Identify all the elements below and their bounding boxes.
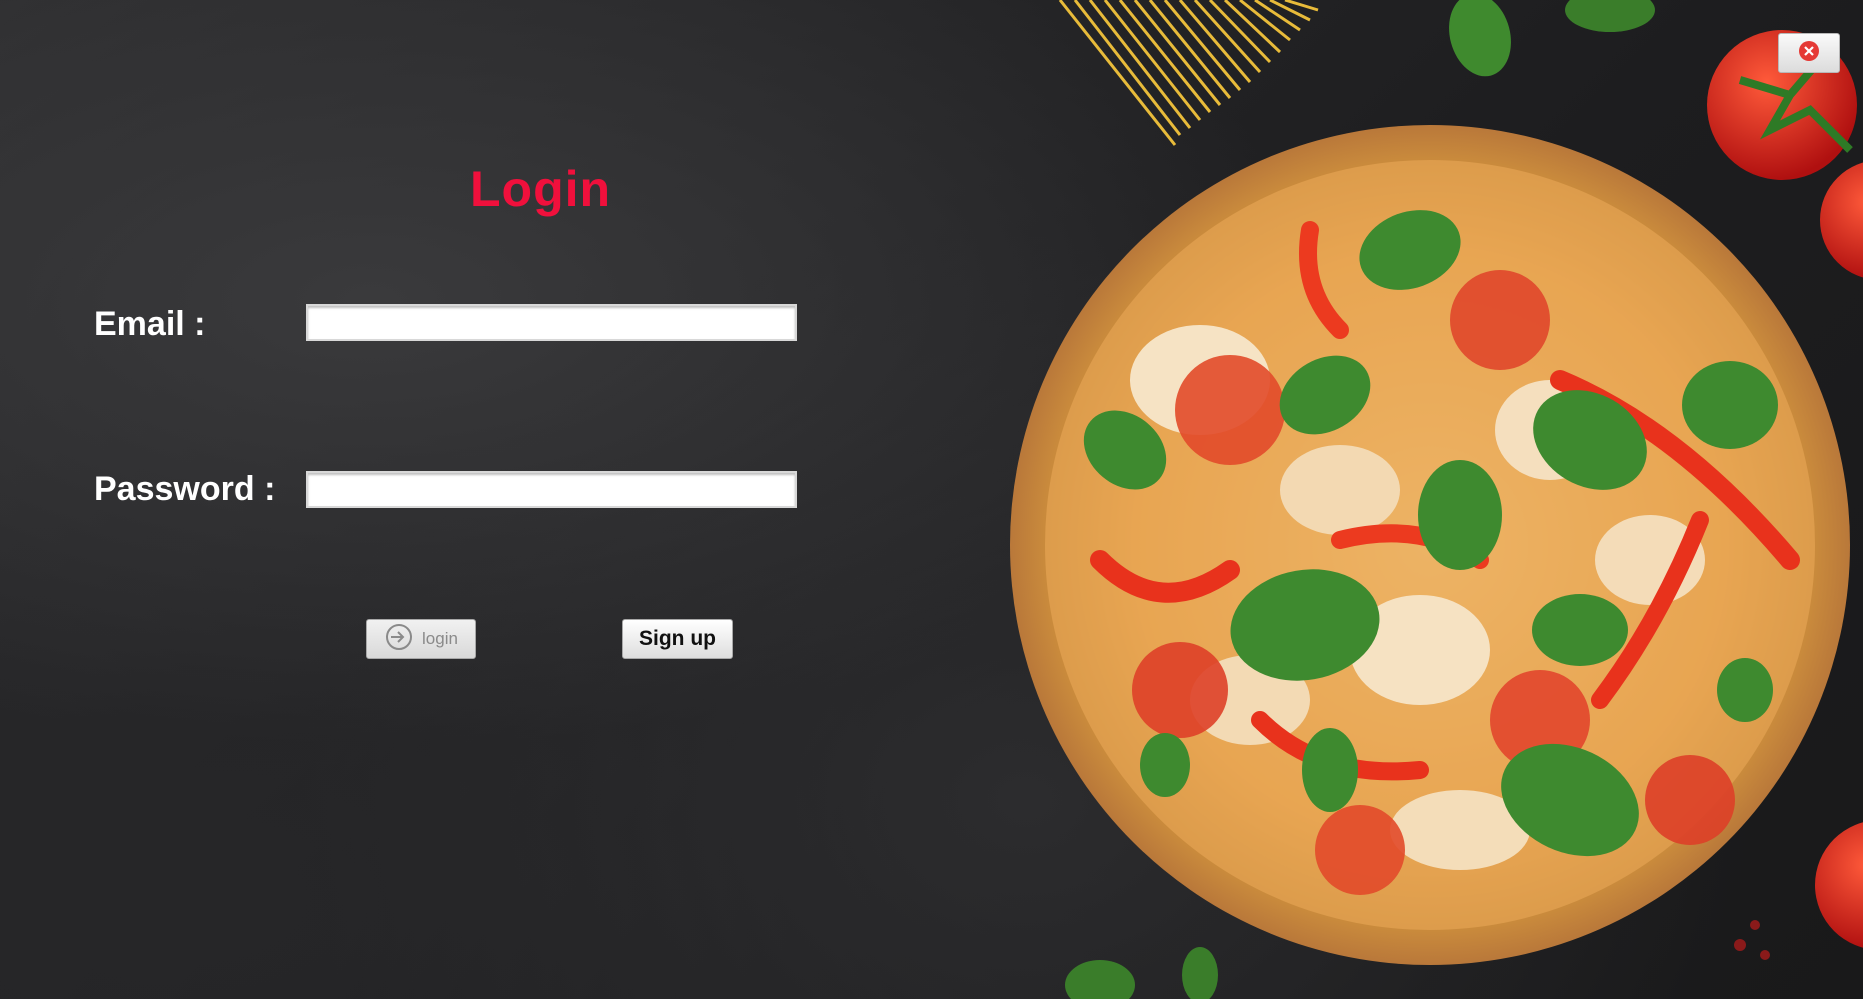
signup-button[interactable]: Sign up (622, 619, 733, 659)
login-button-label: login (422, 629, 458, 648)
email-label: Email : (94, 305, 206, 343)
email-field[interactable] (306, 304, 797, 341)
page-title: Login (470, 161, 612, 217)
login-arrow-icon (384, 622, 414, 657)
close-icon (1798, 40, 1820, 67)
signup-button-label: Sign up (639, 627, 716, 650)
close-button[interactable] (1778, 33, 1840, 73)
pizza-image (1010, 0, 1863, 999)
password-field[interactable] (306, 471, 797, 508)
login-button[interactable]: login (366, 619, 476, 659)
password-label: Password : (94, 470, 276, 508)
